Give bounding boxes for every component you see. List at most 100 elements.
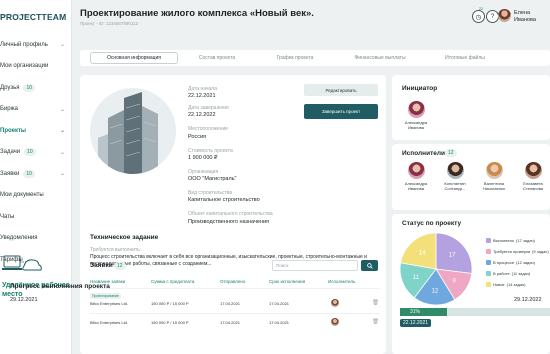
legend-label: В работе (493, 271, 510, 276)
request-due: 17.04.2021 (269, 320, 290, 325)
sidebar-item-label: Мои организации (0, 63, 49, 70)
sidebar-item[interactable]: Чаты (0, 206, 71, 228)
request-due: 17.04.2021 (269, 301, 290, 306)
legend-item: В процессе (12 задач) (486, 260, 535, 265)
request-amount: 150 000 Р / 15 000 Р (151, 320, 189, 325)
row-divider (90, 288, 380, 289)
logo-subtitle: management & coordination (0, 14, 32, 17)
progress-bar (400, 308, 550, 316)
page-header: Проектирование жилого комплекса «Новый в… (72, 0, 550, 38)
legend-label: В процессе (493, 260, 515, 265)
executors-count: 12 (445, 149, 457, 157)
tab[interactable]: График проекта (256, 52, 334, 64)
progress-today-marker: 22.12.2021 (400, 319, 432, 327)
help-button[interactable]: ? (486, 10, 499, 23)
executor-last-name: Иванова (408, 186, 424, 191)
legend-item: Требуется проверки (9 задач) (486, 249, 549, 254)
legend-swatch (486, 260, 491, 265)
executor-person[interactable]: Валентина Николаенко (476, 162, 512, 191)
executor-avatar (485, 162, 503, 179)
request-name: Bifco Enterprises Ltd. (90, 320, 129, 325)
sidebar-item-label: Друзья (0, 84, 20, 91)
tab[interactable]: Состав проекта (178, 52, 256, 64)
legend-item: Выполнено (17 задач) (486, 238, 535, 243)
requests-count: 12 (114, 262, 126, 270)
sidebar-item[interactable]: Проекты ⌄ (0, 120, 71, 142)
sidebar-item[interactable]: Личный профиль ⌄ (0, 34, 71, 56)
legend-label: Новое (493, 282, 505, 287)
executor-avatar[interactable] (331, 318, 339, 326)
requests-search-button[interactable] (361, 260, 378, 271)
executor-last-name: Николаенко (482, 186, 506, 191)
column-header: Исполнитель (328, 279, 356, 284)
request-tag: Проектирование (90, 293, 121, 299)
requests-title: Заявки (90, 262, 113, 269)
executor-avatar (446, 162, 464, 179)
pie-slice-label: 17 (449, 253, 456, 259)
chevron-down-icon: ⌄ (59, 171, 65, 177)
user-avatar[interactable] (498, 9, 511, 22)
executor-last-name: Степанова (522, 186, 544, 191)
status-pie-chart: 179121114 (399, 232, 473, 306)
legend-count: (9 задач) (532, 249, 549, 254)
requests-search-input[interactable]: Поиск (272, 260, 358, 271)
request-name: Bifco Enterprises Ltd. (90, 301, 129, 306)
executor-person[interactable]: Александра Иванова (398, 162, 434, 191)
sidebar-item-label: Мои документы (0, 192, 44, 199)
request-amount: 150 000 Р / 15 000 Р (151, 301, 189, 306)
legend-label: Требуется проверки (493, 249, 531, 254)
legend-swatch (486, 282, 491, 287)
legend-count: (14 задач) (506, 282, 526, 287)
sidebar-item[interactable]: Уведомления (0, 228, 71, 250)
sidebar-item[interactable]: Биржа ⌄ (0, 99, 71, 121)
tab[interactable]: Итоговые файлы (426, 52, 504, 64)
sidebar-item-count: 10 (24, 148, 36, 157)
executor-avatar (524, 162, 542, 179)
column-header: Срок исполнения (269, 279, 306, 284)
sidebar-item[interactable]: Заявки 10 ⌄ (0, 163, 71, 185)
trash-icon[interactable]: 🗑 (372, 300, 379, 306)
chevron-down-icon: ⌄ (59, 106, 65, 113)
sidebar-item-count: 10 (23, 169, 35, 178)
tab[interactable]: Основная информация (90, 52, 178, 64)
legend-count: (17 задач) (516, 238, 535, 243)
progress-end-date: 29.12.2022 (514, 297, 542, 303)
executors-card: Исполнители 12 Александра Иванова Констант… (392, 144, 550, 210)
executor-person[interactable]: Константин Солтанур... (437, 162, 473, 191)
request-sent: 17.04.2021 (220, 320, 241, 325)
chevron-down-icon: ⌄ (59, 128, 65, 134)
legend-count: (12 задач) (516, 260, 535, 265)
logo[interactable]: PROJECTTEAM (0, 10, 66, 24)
executor-avatar[interactable] (331, 299, 339, 307)
column-header: Отправлено (220, 279, 246, 284)
initiator-last-name: Иванова (408, 125, 424, 130)
sidebar-nav: Личный профиль ⌄ Мои организации Друзья 10 Би… (0, 34, 71, 271)
project-tabs: Основная информация Состав проекта График … (80, 50, 550, 66)
status-card: Статус по проекту 17 9 12 11 14 Выполнено (17… (392, 214, 550, 354)
sidebar-item-label: Заявки (0, 170, 20, 177)
chart-title: Статус по проекту (402, 220, 462, 227)
search-icon (366, 262, 373, 269)
sidebar-item-label: Чаты (0, 213, 15, 220)
sidebar-item[interactable]: Друзья 10 (0, 77, 71, 99)
sidebar-item-count: 10 (23, 83, 36, 92)
pie-slice-label: 12 (432, 289, 439, 295)
initiator-person[interactable]: Александра Иванова (398, 101, 434, 130)
sidebar-item-label: Личный профиль (0, 41, 48, 48)
tab[interactable]: Финансовые выплаты (334, 52, 426, 64)
help-icon: ? (490, 13, 495, 20)
executor-person[interactable]: Елизавета Степанова (515, 162, 550, 191)
sidebar-item[interactable]: Мои документы (0, 185, 71, 207)
notifications-button[interactable]: ◷ 22 (472, 7, 485, 23)
executors-title: Исполнители (402, 150, 445, 157)
legend-swatch (486, 249, 491, 254)
initiator-card: Инициатор Александра Иванова (392, 75, 550, 140)
legend-swatch (486, 271, 491, 276)
trash-icon[interactable]: 🗑 (372, 319, 379, 325)
requests-section: Заявки 12 Поиск Название заявки Сумма с п… (80, 75, 386, 354)
sidebar-item[interactable]: Задачи 10 ⌄ (0, 142, 71, 164)
progress-title: Прогресс выполнения проекта (10, 283, 110, 290)
progress-percent: 31% (410, 309, 421, 315)
user-name[interactable]: Елена Иванова (514, 10, 536, 23)
sidebar-item[interactable]: Мои организации (0, 56, 71, 78)
